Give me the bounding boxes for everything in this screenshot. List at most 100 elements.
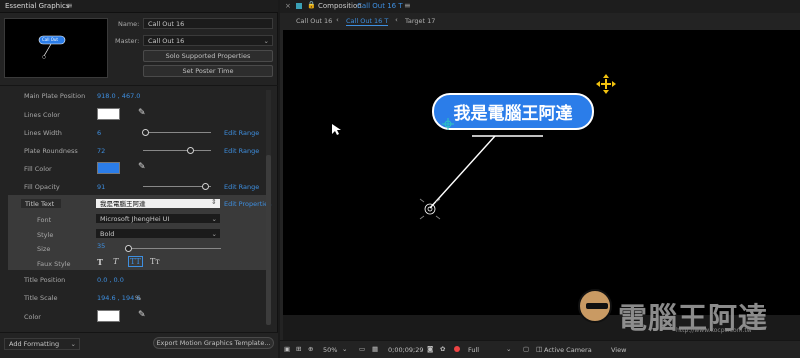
watermark-url: http://www.kocpc.com.tw [676, 327, 752, 334]
chevron-down-icon: ⌄ [263, 37, 269, 45]
style-label: Style [37, 231, 54, 239]
main-plate-position-value[interactable]: 918.0 , 467.0 [97, 92, 140, 100]
lines-width-edit-range-link[interactable]: Edit Range [224, 129, 259, 137]
title-text-input[interactable]: 我是電腦王阿達 [95, 198, 221, 209]
lines-width-slider-track[interactable] [143, 132, 211, 133]
title-text-label[interactable]: Title Text [20, 198, 62, 209]
fill-opacity-value[interactable]: 91 [97, 183, 105, 191]
lock-icon[interactable]: 🔒 [307, 1, 316, 9]
fill-opacity-slider-thumb[interactable] [202, 183, 209, 190]
scrollbar-thumb[interactable] [266, 155, 271, 325]
camera-select[interactable]: Active Camera [544, 346, 592, 354]
grid-icon[interactable]: ⊞ [296, 345, 301, 353]
crumb-call-out-16-t[interactable]: Call Out 16 T [346, 17, 389, 26]
export-motion-graphics-template-button[interactable]: Export Motion Graphics Template... [153, 337, 274, 349]
small-caps-button[interactable]: Tт [150, 257, 160, 266]
style-value: Bold [100, 230, 115, 238]
composition-viewer[interactable]: 我是電腦王阿達 [283, 30, 800, 315]
fill-opacity-edit-range-link[interactable]: Edit Range [224, 183, 259, 191]
composition-tab-name[interactable]: Call Out 16 T [357, 2, 403, 10]
camera-icon[interactable]: ◙ [427, 345, 433, 353]
divider [0, 85, 278, 86]
mouse-cursor-icon [332, 124, 341, 135]
edit-properties-link[interactable]: Edit Properties [224, 200, 272, 208]
lines-color-label: Lines Color [24, 111, 60, 119]
viewer-toolbar: ▣ ⊞ ⊕ 50% ⌄ ▭ ▦ 0;00;09;29 ◙ ✿ Full ⌄ ▢ … [280, 340, 800, 358]
color-swatch[interactable] [97, 310, 120, 322]
chevron-down-icon: ⌄ [506, 345, 512, 353]
zoom-select[interactable]: 50% [323, 346, 337, 354]
move-handle-icon [596, 74, 616, 94]
plate-roundness-value[interactable]: 72 [97, 147, 105, 155]
mascot-face-icon [578, 289, 612, 323]
chevron-down-icon: ⌄ [211, 230, 217, 238]
eyedropper-icon[interactable]: ✎ [138, 162, 146, 172]
panel-menu-icon[interactable]: ≡ [66, 2, 73, 10]
timecode[interactable]: 0;00;09;29 [388, 346, 424, 354]
font-select[interactable]: Microsoft JhengHei UI ⌄ [95, 213, 221, 224]
color-management-icon[interactable] [454, 346, 460, 352]
plate-roundness-slider-thumb[interactable] [187, 147, 194, 154]
size-slider-thumb[interactable] [125, 245, 132, 252]
callout-title-text: 我是電腦王阿達 [453, 104, 573, 124]
chevron-left-icon: ‹ [336, 16, 339, 24]
eyedropper-icon[interactable]: ✎ [138, 108, 146, 118]
composition-navigator: Call Out 16 ‹ Call Out 16 T ‹ Target 17 [280, 13, 800, 29]
panel-title[interactable]: Essential Graphics [5, 2, 70, 10]
size-value[interactable]: 35 [97, 242, 105, 250]
name-label: Name: [118, 20, 140, 28]
lines-width-value[interactable]: 6 [97, 129, 101, 137]
title-scale-unit: % [135, 294, 142, 302]
chevron-down-icon: ⌄ [70, 340, 76, 348]
fast-preview-icon[interactable]: ▢ [523, 345, 529, 353]
panel-footer: Add Formatting ⌄ Export Motion Graphics … [0, 332, 278, 358]
text-scroll-icon[interactable]: ⇕ [211, 198, 217, 206]
draft-3d-icon[interactable]: ◫ [536, 345, 542, 353]
fill-color-swatch[interactable] [97, 162, 120, 174]
faux-style-label: Faux Style [37, 260, 71, 268]
crumb-call-out-16[interactable]: Call Out 16 [296, 17, 332, 25]
chevron-down-icon: ⌄ [211, 215, 217, 223]
eyedropper-icon[interactable]: ✎ [138, 310, 146, 320]
fill-opacity-slider-track[interactable] [143, 186, 211, 187]
main-plate-position-label: Main Plate Position [24, 92, 86, 100]
add-formatting-select[interactable]: Add Formatting ⌄ [4, 338, 80, 350]
chevron-left-icon: ‹ [395, 16, 398, 24]
font-label: Font [37, 216, 52, 224]
thumbnail-callout-graphic [38, 35, 66, 59]
style-select[interactable]: Bold ⌄ [95, 228, 221, 239]
master-select[interactable]: Call Out 16 ⌄ [143, 35, 273, 46]
fill-opacity-label: Fill Opacity [24, 183, 60, 191]
thumbnail-text: Call Out [42, 37, 58, 42]
title-position-value[interactable]: 0.0 , 0.0 [97, 276, 124, 284]
name-field[interactable]: Call Out 16 [143, 18, 273, 29]
title-scale-value[interactable]: 194.6 , 194.6 [97, 294, 140, 302]
composition-tab-bar: × 🔒 Composition Call Out 16 T ≡ [280, 0, 800, 13]
resolution-select[interactable]: Full [468, 346, 479, 354]
title-position-label: Title Position [24, 276, 66, 284]
region-icon[interactable]: ▭ [359, 345, 365, 353]
crumb-target-17[interactable]: Target 17 [405, 17, 435, 25]
view-select[interactable]: View [611, 346, 626, 354]
panel-menu-icon[interactable]: ≡ [404, 2, 411, 10]
color-channel-icon[interactable]: ✿ [440, 345, 445, 353]
plate-roundness-slider-track[interactable] [143, 150, 211, 151]
close-icon[interactable]: × [285, 2, 291, 10]
lines-width-slider-thumb[interactable] [142, 129, 149, 136]
lines-color-swatch[interactable] [97, 108, 120, 120]
faux-bold-button[interactable]: T [97, 257, 103, 267]
plate-roundness-edit-range-link[interactable]: Edit Range [224, 147, 259, 155]
composition-tab-label[interactable]: Composition [318, 2, 362, 10]
glasses-icon [586, 303, 608, 309]
faux-italic-button[interactable]: T [113, 257, 118, 266]
plate-roundness-label: Plate Roundness [24, 147, 78, 155]
size-slider-track[interactable] [126, 248, 221, 249]
callout-graphic [332, 74, 616, 220]
master-value: Call Out 16 [148, 37, 185, 45]
transparency-grid-icon[interactable]: ▦ [372, 345, 378, 353]
set-poster-time-button[interactable]: Set Poster Time [143, 65, 273, 77]
safe-zones-icon[interactable]: ⊕ [308, 345, 313, 353]
monitor-icon[interactable]: ▣ [284, 345, 290, 353]
solo-properties-button[interactable]: Solo Supported Properties [143, 50, 273, 62]
all-caps-button[interactable]: TT [128, 256, 143, 267]
